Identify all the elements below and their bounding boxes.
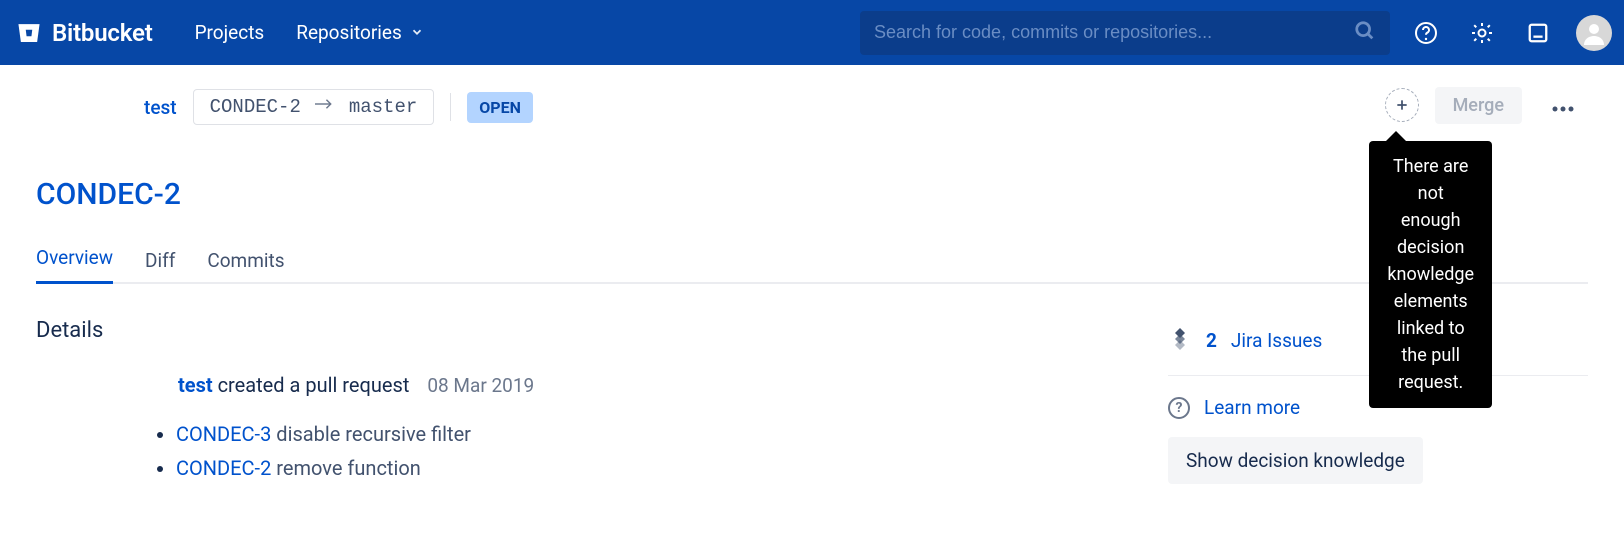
brand-label: Bitbucket (52, 19, 153, 47)
show-decision-knowledge-button[interactable]: Show decision knowledge (1168, 437, 1423, 484)
pr-meta-line: test created a pull request 08 Mar 2019 (36, 373, 1128, 397)
commit-link[interactable]: CONDEC-2 (176, 456, 271, 480)
target-branch: master (349, 96, 417, 118)
details-heading: Details (36, 318, 1128, 343)
avatar[interactable] (1576, 15, 1612, 51)
pr-header-row: test CONDEC-2 master OPEN Merge There ar… (36, 89, 1588, 125)
divider (450, 93, 451, 121)
pr-date: 08 Mar 2019 (427, 374, 534, 397)
branch-box[interactable]: CONDEC-2 master (193, 89, 435, 125)
pr-created-text: created a pull request (218, 373, 410, 397)
nav-projects-label: Projects (195, 21, 265, 44)
list-item: CONDEC-3 disable recursive filter (176, 417, 1128, 451)
add-reviewer-button[interactable] (1385, 88, 1419, 122)
pr-actions: Merge There are not enough decision know… (1385, 85, 1588, 125)
global-search[interactable] (860, 11, 1390, 55)
nav-repositories-label: Repositories (296, 21, 402, 44)
brand[interactable]: Bitbucket (12, 19, 163, 47)
help-icon[interactable] (1408, 15, 1444, 51)
jira-icon (1168, 326, 1192, 355)
page-content: test CONDEC-2 master OPEN Merge There ar… (0, 65, 1624, 485)
merge-button[interactable]: Merge (1435, 87, 1522, 124)
search-input[interactable] (874, 22, 1342, 43)
breadcrumb-project[interactable]: test (144, 96, 177, 119)
nav-projects[interactable]: Projects (195, 21, 265, 44)
arrow-right-icon (315, 96, 335, 118)
learn-more-link: Learn more (1204, 396, 1300, 419)
content-columns: Details test created a pull request 08 M… (36, 318, 1588, 485)
more-actions-button[interactable] (1538, 85, 1588, 125)
bitbucket-logo-icon (16, 20, 42, 46)
commit-link[interactable]: CONDEC-3 (176, 422, 271, 446)
tab-diff[interactable]: Diff (145, 249, 175, 284)
nav-repositories[interactable]: Repositories (296, 21, 424, 44)
help-circle-icon: ? (1168, 397, 1190, 419)
status-badge: OPEN (467, 92, 533, 123)
commit-message: remove function (276, 456, 420, 480)
tray-icon[interactable] (1520, 15, 1556, 51)
search-icon (1354, 20, 1376, 46)
topbar-actions (1408, 15, 1612, 51)
merge-tooltip: There are not enough decision knowledge … (1369, 141, 1492, 408)
jira-label: Jira Issues (1231, 329, 1322, 352)
primary-nav: Projects Repositories (195, 21, 424, 44)
jira-count: 2 (1206, 329, 1217, 352)
page-title[interactable]: CONDEC-2 (36, 177, 1588, 212)
pr-author[interactable]: test (178, 373, 213, 397)
list-item: CONDEC-2 remove function (176, 451, 1128, 485)
top-navbar: Bitbucket Projects Repositories (0, 0, 1624, 65)
tab-commits[interactable]: Commits (207, 249, 284, 284)
tabs: Overview Diff Commits (36, 246, 1588, 284)
chevron-down-icon (410, 21, 424, 44)
commit-message: disable recursive filter (276, 422, 471, 446)
commit-list: CONDEC-3 disable recursive filter CONDEC… (36, 417, 1128, 485)
source-branch: CONDEC-2 (210, 96, 301, 118)
main-column: Details test created a pull request 08 M… (36, 318, 1128, 485)
tab-overview[interactable]: Overview (36, 246, 113, 284)
gear-icon[interactable] (1464, 15, 1500, 51)
